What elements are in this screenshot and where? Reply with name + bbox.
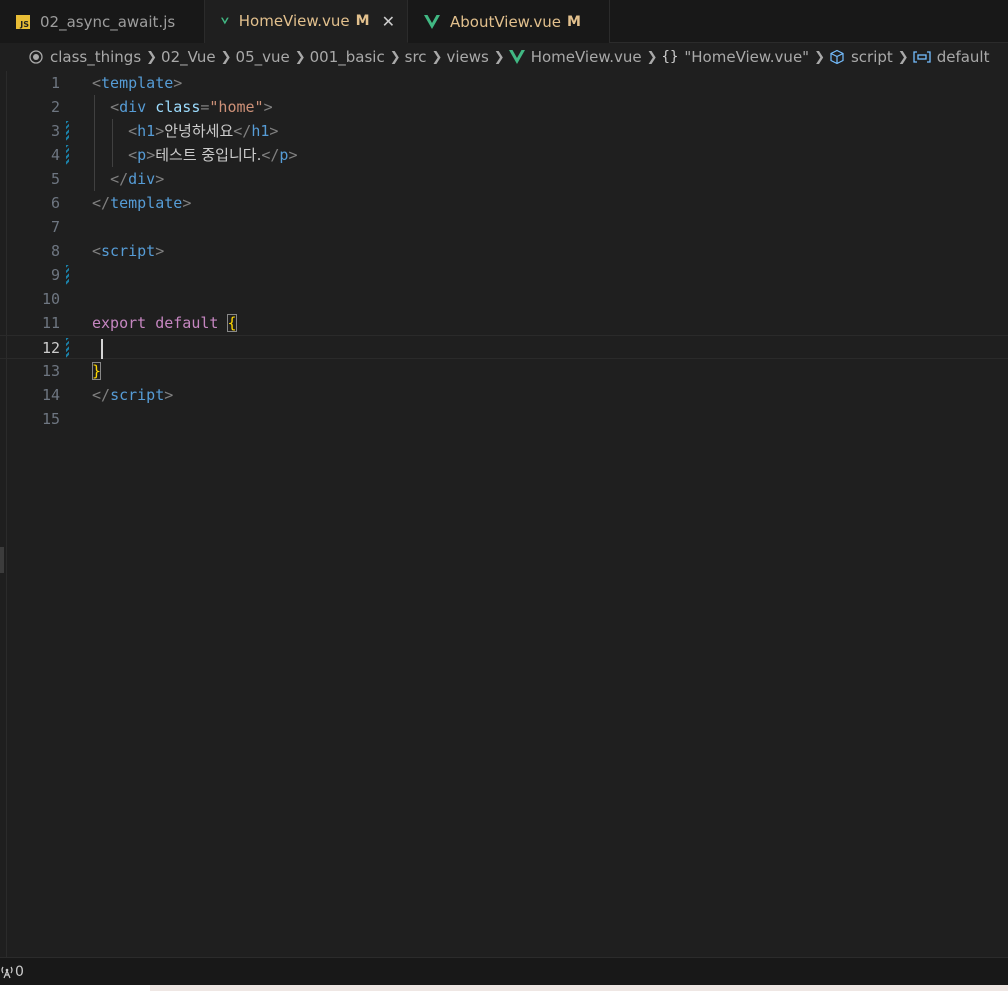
- modified-line-indicator: [66, 121, 69, 141]
- status-bar: 0: [0, 957, 1008, 985]
- chevron-right-icon: ❯: [646, 49, 658, 65]
- modified-badge: M: [355, 13, 370, 29]
- code-line: 9: [0, 263, 1008, 287]
- modified-line-indicator: [66, 265, 69, 285]
- chevron-right-icon: ❯: [294, 49, 306, 65]
- code-editor[interactable]: 1 <template> 2 <div class="home"> 3 <h1>…: [0, 71, 1008, 957]
- code-line: 8 <script>: [0, 239, 1008, 263]
- tab-bar: JS 02_async_await.js HomeView.vue M ✕ Ab…: [0, 0, 1008, 43]
- variable-icon: [913, 50, 931, 64]
- breadcrumb-item-default[interactable]: default: [913, 48, 989, 66]
- line-number: 15: [41, 410, 60, 428]
- tab-homeview-vue[interactable]: HomeView.vue M ✕: [205, 0, 408, 43]
- line-number: 4: [50, 146, 60, 164]
- ports-count: 0: [15, 963, 24, 980]
- line-number: 8: [50, 242, 60, 260]
- line-number: 12: [41, 339, 60, 357]
- code-line: 15: [0, 407, 1008, 431]
- breadcrumb-item-05-vue[interactable]: 05_vue: [236, 48, 290, 66]
- cube-icon: [829, 49, 845, 65]
- chevron-right-icon: ❯: [493, 49, 505, 65]
- tab-async-await-js[interactable]: JS 02_async_await.js: [0, 0, 205, 43]
- breadcrumb-item-02-vue[interactable]: 02_Vue: [161, 48, 216, 66]
- chevron-right-icon: ❯: [146, 49, 158, 65]
- vue-file-icon: [221, 17, 229, 25]
- vscode-window: JS 02_async_await.js HomeView.vue M ✕ Ab…: [0, 0, 1008, 991]
- tab-label: HomeView.vue: [238, 12, 350, 30]
- line-number: 1: [50, 74, 60, 92]
- code-line: 5 </div>: [0, 167, 1008, 191]
- code-line: 1 <template>: [0, 71, 1008, 95]
- close-icon[interactable]: ✕: [382, 12, 395, 31]
- chevron-right-icon: ❯: [897, 49, 909, 65]
- taskbar-strip: [0, 985, 1008, 991]
- tab-aboutview-vue[interactable]: AboutView.vue M: [408, 0, 610, 43]
- code-line: 13 }: [0, 359, 1008, 383]
- vue-file-icon: [508, 50, 525, 64]
- code-line: 7: [0, 215, 1008, 239]
- js-file-icon: JS: [16, 14, 30, 29]
- code-line: 10: [0, 287, 1008, 311]
- line-number: 5: [50, 170, 60, 188]
- breadcrumb-item-views[interactable]: views: [446, 48, 488, 66]
- line-number: 6: [50, 194, 60, 212]
- braces-icon: {}: [661, 49, 679, 65]
- breadcrumb-item-script[interactable]: script: [829, 48, 893, 66]
- code-line: 4 <p>테스트 중입니다.</p>: [0, 143, 1008, 167]
- chevron-right-icon: ❯: [814, 49, 825, 65]
- chevron-right-icon: ❯: [389, 49, 401, 65]
- tab-label: AboutView.vue: [450, 12, 561, 31]
- breadcrumb-item-001-basic[interactable]: 001_basic: [310, 48, 385, 66]
- breadcrumb-item-class-things[interactable]: class_things: [28, 48, 141, 66]
- modified-line-indicator: [66, 145, 69, 165]
- breadcrumb-item-src[interactable]: src: [405, 48, 427, 66]
- code-line: 2 <div class="home">: [0, 95, 1008, 119]
- line-number: 2: [50, 98, 60, 116]
- line-number: 3: [50, 122, 60, 140]
- chevron-right-icon: ❯: [220, 49, 232, 65]
- code-line: 14 </script>: [0, 383, 1008, 407]
- tab-label: 02_async_await.js: [40, 12, 176, 31]
- radio-tower-icon: [1, 966, 13, 978]
- breadcrumb-item-homeview-file[interactable]: HomeView.vue: [508, 48, 642, 66]
- modified-badge: M: [566, 13, 581, 30]
- line-number: 13: [41, 362, 60, 380]
- modified-line-indicator: [66, 338, 69, 358]
- code-line: 11 export default {: [0, 311, 1008, 335]
- text-cursor: [101, 338, 103, 359]
- breadcrumb-item-homeview-module[interactable]: {} "HomeView.vue": [662, 48, 810, 66]
- chevron-right-icon: ❯: [431, 49, 443, 65]
- code-line: 3 <h1>안녕하세요</h1>: [0, 119, 1008, 143]
- line-number: 9: [50, 266, 60, 284]
- line-number: 11: [41, 314, 60, 332]
- vue-file-icon: [424, 14, 440, 29]
- line-number: 14: [41, 386, 60, 404]
- line-number: 7: [50, 218, 60, 236]
- code-line-current: 12: [0, 335, 1008, 359]
- ports-status[interactable]: 0: [0, 964, 24, 980]
- folder-root-icon: [28, 49, 44, 65]
- breadcrumb: class_things ❯ 02_Vue ❯ 05_vue ❯ 001_bas…: [0, 43, 1008, 71]
- code-line: 6 </template>: [0, 191, 1008, 215]
- line-number: 10: [41, 290, 60, 308]
